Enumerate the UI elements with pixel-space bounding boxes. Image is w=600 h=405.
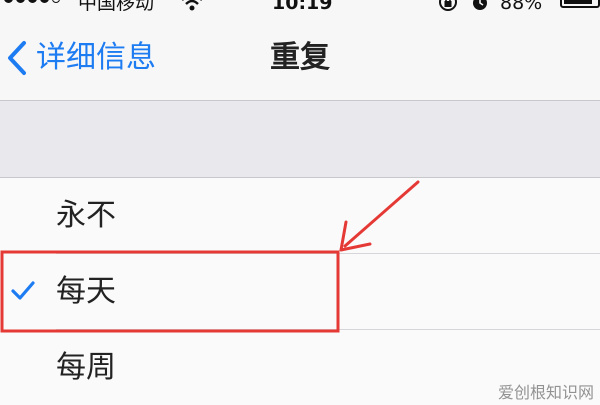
rotation-lock-icon	[437, 0, 459, 14]
chevron-left-icon	[8, 41, 26, 75]
repeat-settings-screen: 中国移动 10:19 88% 重复 详细信息 永不 每天 每周 爱创根知识网	[0, 0, 600, 405]
signal-strength-indicator	[4, 0, 60, 3]
signal-dot	[28, 0, 37, 3]
list-item-daily[interactable]: 每天	[0, 254, 600, 330]
status-time: 10:19	[272, 0, 333, 14]
list-item-label: 永不	[56, 198, 116, 233]
section-header	[0, 101, 600, 178]
repeat-options-list: 永不 每天 每周	[0, 178, 600, 405]
checkmark-icon	[11, 281, 35, 300]
signal-dot	[40, 0, 49, 3]
back-button-label: 详细信息	[36, 40, 156, 75]
signal-dot-empty	[52, 0, 60, 3]
wifi-icon	[180, 0, 204, 15]
signal-dot	[4, 0, 13, 3]
list-item-label: 每天	[56, 274, 116, 309]
signal-dot	[16, 0, 25, 3]
battery-percentage: 88%	[500, 0, 543, 14]
back-button[interactable]: 详细信息	[6, 40, 156, 76]
battery-icon	[560, 0, 600, 8]
status-bar: 中国移动 10:19 88%	[0, 0, 600, 22]
list-item-label: 每周	[56, 350, 116, 385]
navigation-bar: 重复 详细信息	[0, 22, 600, 101]
alarm-icon	[470, 0, 490, 14]
list-item-never[interactable]: 永不	[0, 178, 600, 254]
watermark: 爱创根知识网	[497, 383, 594, 402]
carrier-name: 中国移动	[78, 0, 155, 14]
